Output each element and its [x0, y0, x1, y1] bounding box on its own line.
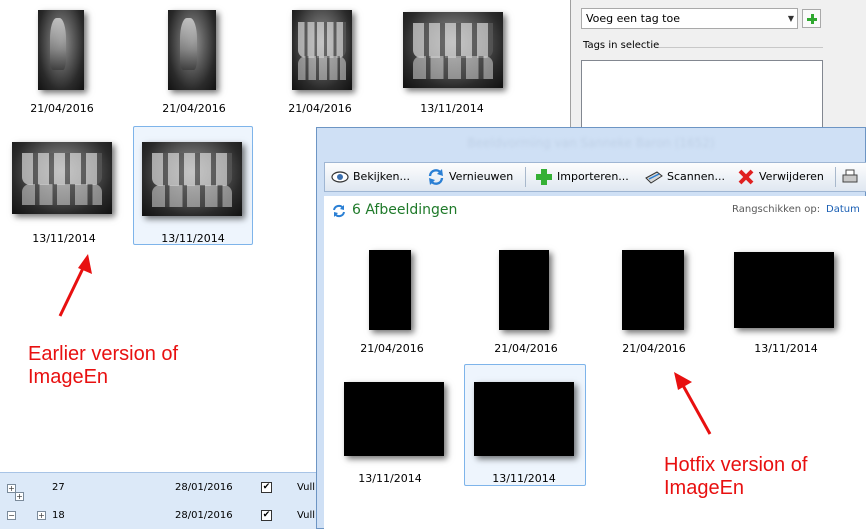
sort-label: Rangschikken op: [732, 204, 821, 215]
tag-panel: Voeg een tag toe ▼ Tags in selectie [570, 0, 866, 135]
expand-icon[interactable]: + [37, 511, 46, 520]
delete-button[interactable]: Verwijderen [735, 163, 824, 191]
list-item-checkbox[interactable]: ✔ [261, 482, 272, 493]
delete-icon [738, 169, 754, 185]
thumbnail-date: 21/04/2016 [162, 102, 226, 115]
refresh-button[interactable]: Vernieuwen [425, 163, 513, 191]
eye-icon [331, 171, 349, 183]
thumbnail-date: 21/04/2016 [494, 342, 558, 355]
hotfix-thumbnail-5[interactable]: 13/11/2014 [336, 370, 456, 488]
toolbar-separator [835, 167, 836, 187]
thumbnail-date: 21/04/2016 [288, 102, 352, 115]
thumbnail-date: 13/11/2014 [754, 342, 818, 355]
thumbnail-image [369, 250, 411, 330]
refresh-label: Vernieuwen [449, 170, 514, 183]
list-item-id: 18 [52, 510, 65, 521]
xray-image [38, 10, 84, 90]
hotfix-thumbnail-4[interactable]: 13/11/2014 [734, 246, 854, 358]
divider [659, 47, 823, 48]
record-list: + + 27 28/01/2016 ✔ Vull + 18 28/01/2016… [0, 472, 316, 529]
refresh-icon [428, 169, 444, 185]
print-button[interactable] [839, 163, 859, 191]
list-item-desc: Vull [297, 482, 316, 493]
thumbnail-image [344, 382, 444, 456]
hotfix-thumbnail-2[interactable]: 21/04/2016 [484, 246, 604, 358]
list-item-id: 27 [52, 482, 65, 493]
thumbnail-date: 13/11/2014 [32, 232, 96, 245]
xray-image [12, 142, 112, 214]
collapse-icon[interactable]: − [7, 511, 16, 520]
image-count-title: 6 Afbeeldingen [352, 202, 458, 218]
thumbnail-image [474, 382, 574, 456]
hotfix-thumbnail-3[interactable]: 21/04/2016 [614, 246, 734, 358]
view-button[interactable]: Bekijken... [329, 163, 410, 191]
thumbnail-image [734, 252, 834, 328]
scan-label: Scannen... [667, 170, 725, 183]
thumbnail-date: 21/04/2016 [30, 102, 94, 115]
import-label: Importeren... [557, 170, 629, 183]
earlier-thumbnail-6[interactable]: 13/11/2014 [133, 128, 253, 246]
earlier-thumbnail-1[interactable]: 21/04/2016 [10, 4, 130, 120]
printer-icon [842, 169, 858, 183]
list-item-checkbox[interactable]: ✔ [261, 510, 272, 521]
hotfix-annotation-arrow [674, 372, 712, 435]
list-item[interactable]: + 18 28/01/2016 ✔ Vull [0, 507, 316, 525]
thumbnail-date: 13/11/2014 [358, 472, 422, 485]
xray-image [292, 10, 352, 90]
tag-select[interactable]: Voeg een tag toe ▼ [581, 8, 798, 29]
gallery-area: 6 Afbeeldingen Rangschikken op: Datum 21… [324, 196, 866, 529]
xray-image [142, 142, 242, 216]
earlier-thumbnail-2[interactable]: 21/04/2016 [134, 4, 254, 120]
expand-icon[interactable]: + [15, 492, 24, 501]
toolbar: Bekijken... Vernieuwen Importeren... Sca… [324, 162, 866, 192]
list-item-date: 28/01/2016 [175, 482, 233, 493]
list-item-date: 28/01/2016 [175, 510, 233, 521]
thumbnail-image [622, 250, 684, 330]
hotfix-annotation-text: Hotfix version of ImageEn [664, 454, 808, 499]
thumbnail-date: 21/04/2016 [622, 342, 686, 355]
tags-in-selection-box[interactable] [581, 60, 823, 135]
chevron-down-icon: ▼ [787, 14, 794, 23]
thumbnail-date: 13/11/2014 [420, 102, 484, 115]
xray-image [403, 12, 503, 88]
scan-button[interactable]: Scannen... [643, 163, 725, 191]
import-button[interactable]: Importeren... [533, 163, 629, 191]
list-item-desc: Vull [297, 510, 316, 521]
thumbnail-date: 13/11/2014 [161, 232, 225, 245]
earlier-annotation-text: Earlier version of ImageEn [28, 343, 179, 388]
tags-in-selection-label: Tags in selectie [583, 40, 660, 51]
toolbar-separator [525, 167, 526, 187]
earlier-thumbnail-3[interactable]: 21/04/2016 [262, 4, 382, 120]
earlier-thumbnail-4[interactable]: 13/11/2014 [392, 4, 512, 120]
plus-icon [536, 169, 552, 185]
tag-select-value: Voeg een tag toe [586, 12, 680, 25]
thumbnail-image [499, 250, 549, 330]
scanner-icon [645, 171, 663, 184]
earlier-thumbnail-5[interactable]: 13/11/2014 [4, 128, 124, 246]
hotfix-window: Beeldvorming van Sanneke Baron (1652) Be… [316, 127, 866, 529]
refresh-icon[interactable] [332, 204, 346, 218]
earlier-annotation-arrow [58, 254, 92, 317]
delete-label: Verwijderen [759, 170, 824, 183]
thumbnail-date: 21/04/2016 [360, 342, 424, 355]
hotfix-thumbnail-6[interactable]: 13/11/2014 [464, 370, 584, 488]
sort-value-link[interactable]: Datum [826, 204, 860, 215]
view-label: Bekijken... [353, 170, 411, 183]
hotfix-thumbnail-1[interactable]: 21/04/2016 [354, 246, 474, 358]
window-title: Beeldvorming van Sanneke Baron (1652) [467, 136, 715, 150]
xray-image [168, 10, 216, 90]
thumbnail-date: 13/11/2014 [492, 472, 556, 485]
list-item[interactable]: + + 27 28/01/2016 ✔ Vull [0, 479, 316, 501]
add-tag-button[interactable] [802, 9, 821, 28]
